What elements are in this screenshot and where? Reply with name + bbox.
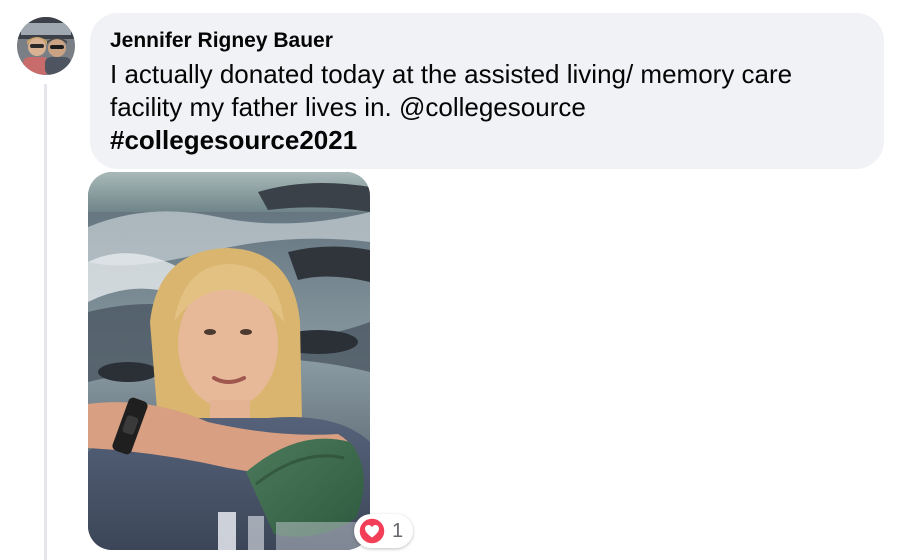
comment-photo[interactable] xyxy=(88,172,370,550)
mention-link[interactable]: @collegesource xyxy=(399,92,586,122)
comment-author[interactable]: Jennifer Rigney Bauer xyxy=(110,28,333,54)
comment-text: I actually donated today at the assisted… xyxy=(110,58,870,157)
hashtag-line: #collegesource2021 xyxy=(110,124,870,157)
comment-bubble: Jennifer Rigney Bauer I actually donated… xyxy=(90,13,884,169)
love-heart-icon xyxy=(358,517,386,545)
thread-line xyxy=(44,84,47,560)
hashtag-link[interactable]: #collegesource2021 xyxy=(110,125,357,155)
comment-text-fragment: facility my father lives in. xyxy=(110,92,399,122)
avatar[interactable] xyxy=(17,17,75,75)
reaction-summary[interactable]: 1 xyxy=(354,514,414,548)
comment-text-line: I actually donated today at the assisted… xyxy=(110,59,793,89)
comment-text-line: facility my father lives in. @collegesou… xyxy=(110,91,870,124)
reaction-count: 1 xyxy=(392,519,404,542)
